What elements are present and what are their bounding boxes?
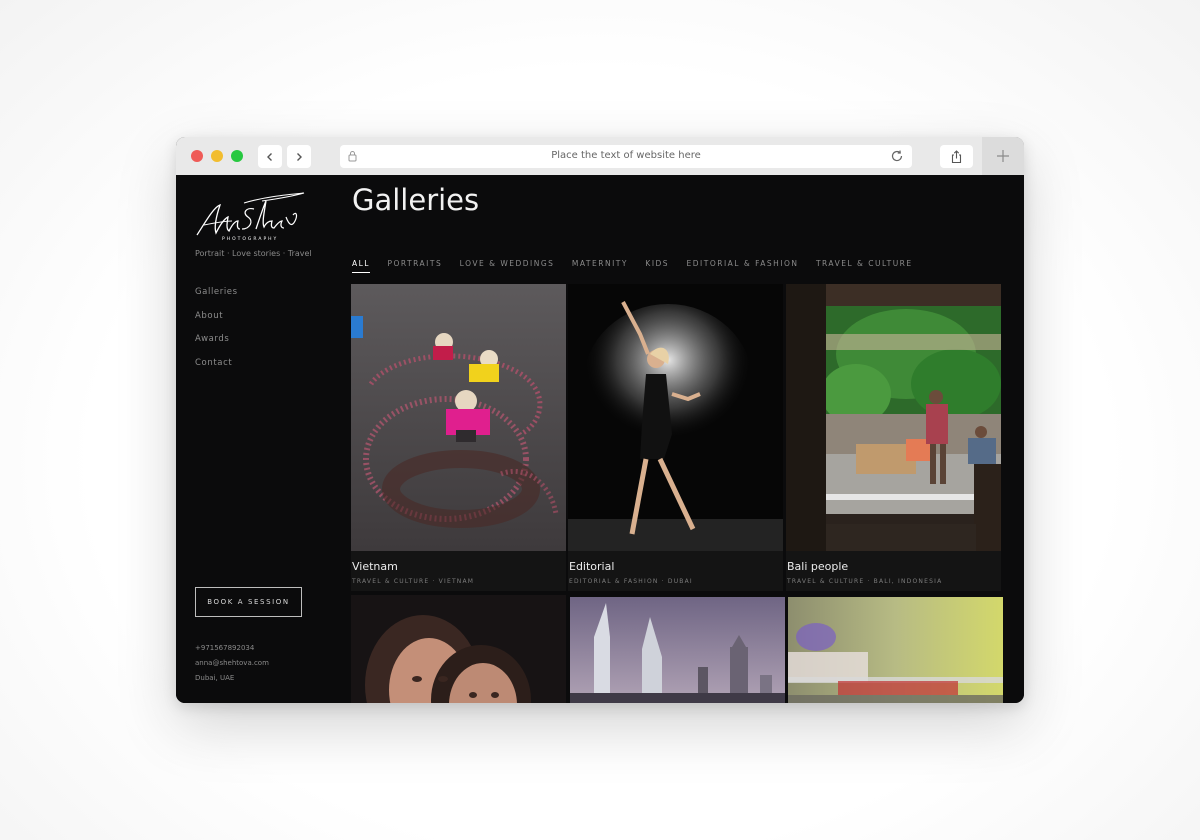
close-window-button[interactable] (191, 150, 203, 162)
gallery-photo-motion (788, 597, 1003, 703)
gallery-photo-portraits (351, 595, 566, 703)
contact-phone[interactable]: +971567892034 (195, 644, 269, 652)
share-button[interactable] (940, 145, 973, 168)
logo-subtitle: PHOTOGRAPHY (222, 236, 278, 242)
contact-email[interactable]: anna@shehtova.com (195, 659, 269, 667)
signature-logo[interactable]: PHOTOGRAPHY (194, 191, 306, 243)
contact-info: +971567892034 anna@shehtova.com Dubai, U… (195, 644, 269, 689)
website-page: PHOTOGRAPHY Portrait · Love stories · Tr… (176, 175, 1024, 703)
gallery-photo-bali-people (786, 284, 1001, 551)
filter-travel-culture[interactable]: TRAVEL & CULTURE (816, 259, 913, 272)
filter-maternity[interactable]: MATERNITY (572, 259, 628, 272)
sidebar-nav: Galleries About Awards Contact (195, 287, 238, 381)
filter-portraits[interactable]: PORTRAITS (387, 259, 442, 272)
tagline: Portrait · Love stories · Travel (195, 249, 312, 258)
chevron-right-icon (297, 152, 302, 161)
page-title: Galleries (352, 183, 480, 217)
gallery-card-portraits[interactable] (351, 595, 566, 703)
gallery-title: Editorial (569, 560, 615, 573)
gallery-photo-vietnam (351, 284, 566, 551)
browser-toolbar: Place the text of website here (176, 137, 1024, 176)
minimize-window-button[interactable] (211, 150, 223, 162)
sidebar-item-about[interactable]: About (195, 311, 238, 321)
forward-button[interactable] (287, 145, 311, 168)
filter-love-weddings[interactable]: LOVE & WEDDINGS (460, 259, 555, 272)
chevron-left-icon (267, 152, 272, 161)
sidebar-item-galleries[interactable]: Galleries (195, 287, 238, 297)
stage: Place the text of website here PHOTOGRAP… (0, 0, 1200, 840)
gallery-title: Bali people (787, 560, 849, 573)
gallery-meta: TRAVEL & CULTURE · VIETNAM (352, 578, 475, 585)
sidebar-item-contact[interactable]: Contact (195, 358, 238, 368)
gallery-card-bali-people[interactable]: Bali people TRAVEL & CULTURE · BALI, IND… (786, 284, 1001, 591)
sidebar-item-awards[interactable]: Awards (195, 334, 238, 344)
gallery-title: Vietnam (352, 560, 398, 573)
gallery-meta: TRAVEL & CULTURE · BALI, INDONESIA (787, 578, 943, 585)
contact-location: Dubai, UAE (195, 674, 235, 682)
filter-kids[interactable]: KIDS (645, 259, 669, 272)
browser-window: Place the text of website here PHOTOGRAP… (176, 137, 1024, 703)
filter-editorial-fashion[interactable]: EDITORIAL & FASHION (687, 259, 799, 272)
book-session-button[interactable]: BOOK A SESSION (195, 587, 302, 617)
gallery-photo-editorial (568, 284, 783, 551)
new-tab-button[interactable] (982, 137, 1024, 175)
reload-icon[interactable] (889, 148, 905, 164)
back-button[interactable] (258, 145, 282, 168)
gallery-photo-dubai (570, 597, 785, 703)
galleries-main: Galleries ALL PORTRAITS LOVE & WEDDINGS … (351, 175, 1024, 703)
gallery-card-motion[interactable] (788, 597, 1003, 703)
sidebar: PHOTOGRAPHY Portrait · Love stories · Tr… (176, 175, 336, 703)
gallery-card-dubai[interactable] (570, 597, 785, 703)
gallery-card-vietnam[interactable]: Vietnam TRAVEL & CULTURE · VIETNAM (351, 284, 566, 591)
category-filters: ALL PORTRAITS LOVE & WEDDINGS MATERNITY … (352, 253, 926, 273)
gallery-meta: EDITORIAL & FASHION · DUBAI (569, 578, 693, 585)
gallery-card-editorial[interactable]: Editorial EDITORIAL & FASHION · DUBAI (568, 284, 783, 591)
filter-all[interactable]: ALL (352, 259, 370, 273)
plus-icon (997, 150, 1009, 162)
zoom-window-button[interactable] (231, 150, 243, 162)
address-text: Place the text of website here (551, 150, 701, 161)
address-bar[interactable]: Place the text of website here (340, 145, 912, 168)
share-icon (951, 149, 962, 163)
